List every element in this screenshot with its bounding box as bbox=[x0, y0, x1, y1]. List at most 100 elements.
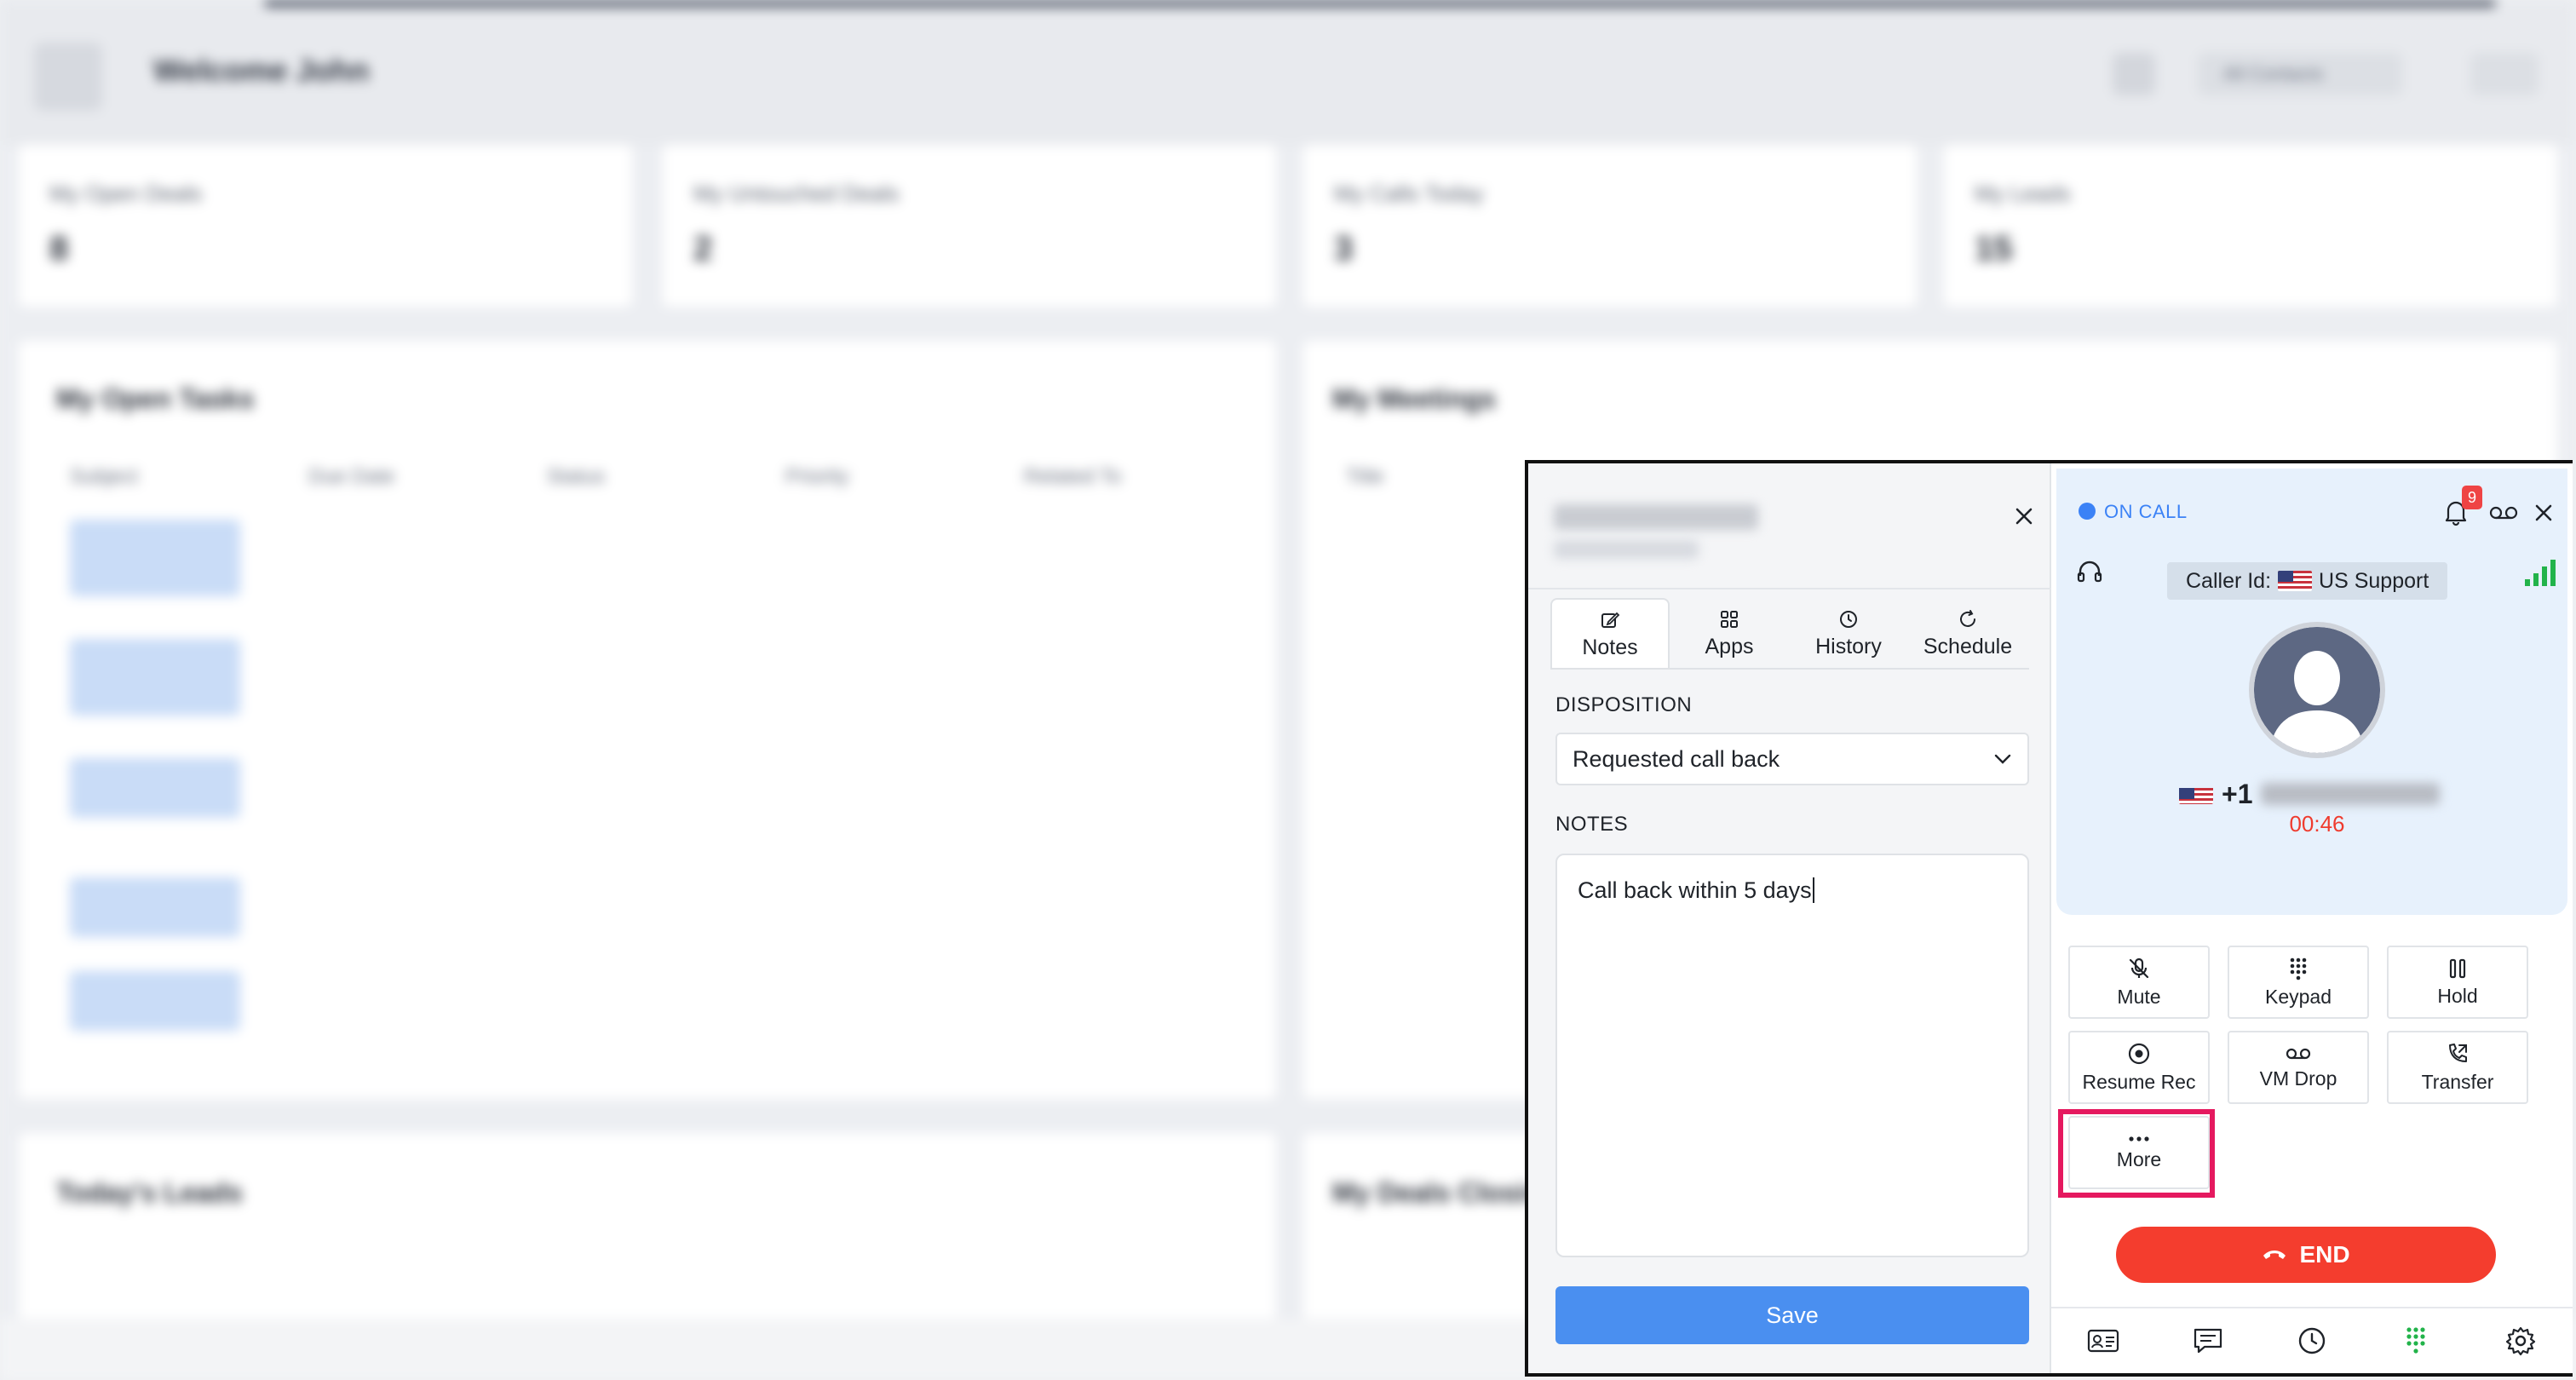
notes-text: Call back within 5 days bbox=[1578, 877, 1812, 903]
open-tasks-title: My Open Tasks bbox=[56, 383, 255, 414]
stat-value: 2 bbox=[693, 230, 713, 267]
task-row[interactable] bbox=[70, 877, 240, 937]
contact-subtitle-redacted bbox=[1554, 540, 1699, 559]
contact-name-redacted bbox=[1554, 504, 1758, 530]
tab-schedule[interactable]: Schedule bbox=[1908, 598, 2027, 670]
dock-history[interactable] bbox=[2286, 1315, 2337, 1366]
mic-off-icon bbox=[2129, 957, 2149, 978]
disposition-select[interactable]: Requested call back bbox=[1555, 733, 2029, 785]
chevron-down-icon bbox=[1994, 754, 2011, 764]
more-button-highlight bbox=[2058, 1109, 2215, 1198]
caller-id-chip[interactable]: Caller Id: US Support bbox=[2167, 562, 2448, 600]
country-code: +1 bbox=[2222, 778, 2253, 809]
task-row[interactable] bbox=[70, 639, 240, 716]
us-flag-icon bbox=[2179, 784, 2213, 804]
voicemail-icon bbox=[2286, 1048, 2311, 1059]
record-icon bbox=[2128, 1043, 2150, 1064]
control-label: Hold bbox=[2437, 984, 2478, 1007]
task-row[interactable] bbox=[70, 758, 240, 818]
call-status: ON CALL bbox=[2104, 501, 2188, 522]
open-tasks-card: My Open Tasks Subject Due Date Status Pr… bbox=[19, 341, 1276, 1099]
task-row[interactable] bbox=[70, 971, 240, 1031]
clock-icon bbox=[1840, 610, 1857, 628]
transfer-button[interactable]: Transfer bbox=[2387, 1031, 2528, 1104]
hang-up-icon bbox=[2263, 1251, 2286, 1259]
stat-label: My Leads bbox=[1975, 181, 2071, 206]
avatar-icon bbox=[2254, 627, 2380, 753]
stat-label: My Untouched Deals bbox=[693, 181, 900, 206]
us-flag-icon bbox=[2278, 571, 2313, 591]
save-button[interactable]: Save bbox=[1555, 1286, 2029, 1344]
keypad-icon bbox=[2290, 957, 2307, 980]
keypad-button[interactable]: Keypad bbox=[2228, 946, 2369, 1019]
dialpad-icon bbox=[2406, 1327, 2425, 1354]
notes-tabs: Notes Apps History Schedule bbox=[1550, 598, 2029, 670]
dialer-close-button[interactable] bbox=[2530, 499, 2557, 526]
dock-settings[interactable] bbox=[2495, 1315, 2546, 1366]
control-label: Keypad bbox=[2264, 985, 2332, 1008]
vm-drop-button[interactable]: VM Drop bbox=[2228, 1031, 2369, 1104]
refresh-icon bbox=[1960, 609, 1975, 627]
status-dot bbox=[2079, 503, 2096, 520]
leads-title: Today's Leads bbox=[56, 1177, 243, 1208]
gear-icon bbox=[2505, 1326, 2535, 1356]
task-col-header: Due Date bbox=[308, 465, 395, 488]
task-row[interactable] bbox=[70, 520, 240, 596]
task-col-header: Subject bbox=[70, 465, 139, 488]
phone-number: +1 bbox=[2179, 777, 2441, 811]
welcome-title: Welcome John bbox=[153, 53, 370, 88]
chat-icon bbox=[2194, 1328, 2222, 1354]
call-timer: 00:46 bbox=[2289, 811, 2345, 837]
grid-icon bbox=[1721, 610, 1738, 628]
control-label: Mute bbox=[2117, 985, 2161, 1008]
resume-rec-button[interactable]: Resume Rec bbox=[2068, 1031, 2210, 1104]
notes-close-button[interactable] bbox=[2005, 497, 2043, 535]
tab-label: Schedule bbox=[1923, 634, 2013, 658]
user-menu[interactable] bbox=[2470, 53, 2539, 95]
end-call-button[interactable]: END bbox=[2116, 1227, 2496, 1283]
tab-apps[interactable]: Apps bbox=[1670, 598, 1789, 670]
tab-history[interactable]: History bbox=[1789, 598, 1908, 670]
dock-contacts[interactable] bbox=[2078, 1315, 2129, 1366]
stat-value: 3 bbox=[1334, 230, 1354, 267]
tab-label: History bbox=[1815, 634, 1882, 658]
stat-card: My Open Deals 8 bbox=[19, 145, 632, 307]
notes-panel: Notes Apps History Schedule DISPOSITION … bbox=[1528, 463, 2051, 1373]
tab-notes[interactable]: Notes bbox=[1550, 598, 1670, 670]
call-widget: Notes Apps History Schedule DISPOSITION … bbox=[1525, 460, 2573, 1377]
voicemail-icon[interactable] bbox=[2489, 501, 2518, 525]
task-col-header: Priority bbox=[785, 465, 849, 488]
control-label: Transfer bbox=[2421, 1070, 2494, 1093]
stat-label: My Calls Today bbox=[1334, 181, 1484, 206]
call-info-area: ON CALL 9 Caller Id: US Support +1 00:46 bbox=[2056, 469, 2567, 915]
disposition-value: Requested call back bbox=[1573, 745, 1780, 772]
edit-icon bbox=[1601, 612, 1620, 628]
control-label: VM Drop bbox=[2259, 1067, 2337, 1090]
divider bbox=[1528, 588, 2051, 589]
disposition-label: DISPOSITION bbox=[1555, 693, 1693, 716]
transfer-icon bbox=[2449, 1043, 2467, 1062]
top-strip bbox=[264, 0, 2496, 7]
close-icon bbox=[2535, 504, 2552, 521]
headset-icon[interactable] bbox=[2075, 557, 2104, 586]
notification-badge: 9 bbox=[2462, 486, 2482, 509]
top-view-select[interactable]: All Contacts bbox=[2198, 53, 2402, 95]
contact-card-icon bbox=[2088, 1329, 2119, 1353]
notes-textarea[interactable]: Call back within 5 days bbox=[1555, 854, 2029, 1257]
meetings-title: My Meetings bbox=[1332, 383, 1497, 414]
top-filter-icon[interactable] bbox=[2113, 53, 2155, 95]
end-label: END bbox=[2299, 1241, 2350, 1268]
stat-value: 8 bbox=[49, 230, 69, 267]
clock-icon bbox=[2298, 1327, 2326, 1354]
caller-id-value: US Support bbox=[2319, 568, 2429, 593]
tab-label: Apps bbox=[1705, 634, 1754, 658]
mute-button[interactable]: Mute bbox=[2068, 946, 2210, 1019]
hold-button[interactable]: Hold bbox=[2387, 946, 2528, 1019]
caller-id-label: Caller Id: bbox=[2186, 568, 2272, 593]
dock-messages[interactable] bbox=[2182, 1315, 2234, 1366]
dock-dialpad[interactable] bbox=[2390, 1315, 2441, 1366]
notes-label: NOTES bbox=[1555, 813, 1629, 836]
caller-avatar bbox=[2249, 622, 2385, 758]
control-label: Resume Rec bbox=[2082, 1070, 2196, 1093]
close-icon bbox=[2015, 508, 2033, 525]
